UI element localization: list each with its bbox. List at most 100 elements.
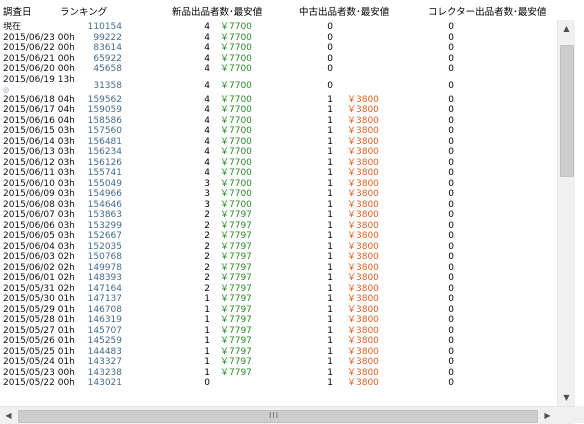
table-row: 2015/06/03 02h 150768 2 ￥7797 1 ￥3800 0 (0, 252, 556, 262)
new-count-cell: 4 (204, 126, 210, 136)
rank-cell: 65922 (93, 53, 122, 64)
table-row: 2015/06/01 02h 148393 2 ￥7797 1 ￥3800 0 (0, 273, 556, 283)
scroll-right-icon[interactable]: ▶ (539, 407, 556, 424)
new-price-cell: ￥7700 (220, 136, 252, 147)
date-cell: 2015/06/13 03h (3, 147, 75, 157)
collector-count-cell: 0 (448, 367, 454, 378)
new-count-cell: 1 (204, 304, 210, 315)
used-count-cell: 0 (327, 32, 333, 43)
collector-count-cell: 0 (448, 336, 454, 346)
used-price-cell: ￥3800 (347, 178, 379, 189)
new-count-cell: 4 (204, 64, 210, 74)
rank-cell: 146319 (87, 315, 122, 325)
date-cell: 2015/05/31 02h (3, 283, 75, 294)
collector-count-cell: 0 (448, 262, 454, 273)
used-count-cell: 0 (327, 80, 333, 91)
date-cell: 2015/06/15 03h (3, 126, 75, 136)
date-cell: 2015/05/30 01h (3, 294, 75, 304)
new-count-cell: 4 (204, 43, 210, 53)
horizontal-scrollbar[interactable]: ◀ III ▶ (0, 406, 574, 424)
collector-count-cell: 0 (448, 147, 454, 157)
date-cell: 2015/06/22 00h (3, 43, 75, 53)
new-price-cell: ￥7797 (220, 210, 252, 220)
table-row: 2015/06/21 00h 65922 4 ￥7700 0 0 (0, 54, 556, 64)
table-row: 2015/05/26 01h 145259 1 ￥7797 1 ￥3800 0 (0, 336, 556, 346)
rank-cell: 110154 (87, 22, 122, 32)
scroll-down-icon[interactable]: ▼ (558, 389, 575, 406)
collector-count-cell: 0 (448, 43, 454, 53)
rank-cell: 158586 (87, 115, 122, 126)
used-count-cell: 1 (327, 273, 333, 283)
table-row: 2015/06/15 03h 157560 4 ￥7700 1 ￥3800 0 (0, 126, 556, 136)
used-price-cell: ￥3800 (347, 210, 379, 220)
date-cell: 2015/06/16 04h (3, 115, 75, 126)
new-price-cell: ￥7797 (220, 241, 252, 252)
table-row: 2015/06/11 03h 155741 4 ￥7700 1 ￥3800 0 (0, 168, 556, 178)
rank-cell: 156481 (87, 136, 122, 147)
new-price-cell: ￥7700 (220, 64, 252, 74)
table-row: 2015/06/05 03h 152667 2 ￥7797 1 ￥3800 0 (0, 231, 556, 241)
table-row: 2015/05/22 00h 143021 0 1 ￥3800 0 (0, 378, 556, 388)
table-row: 2015/06/16 04h 158586 4 ￥7700 1 ￥3800 0 (0, 116, 556, 126)
marker-icon[interactable]: ◎ (3, 85, 9, 95)
date-cell: 2015/05/23 00h (3, 367, 75, 378)
used-price-cell: ￥3800 (347, 199, 379, 210)
collector-count-cell: 0 (448, 273, 454, 283)
new-count-cell: 4 (204, 168, 210, 178)
collector-count-cell: 0 (448, 241, 454, 252)
scrollbar-corner (574, 406, 584, 423)
table-row: 2015/05/30 01h 147137 1 ￥7797 1 ￥3800 0 (0, 294, 556, 304)
vertical-scrollbar[interactable]: ▲ ▼ (557, 20, 575, 406)
table-row: 2015/05/29 01h 146708 1 ￥7797 1 ￥3800 0 (0, 305, 556, 315)
history-list: 現在 110154 4 ￥7700 0 0 2015/06/23 00h 99222 4 ￥770… (0, 22, 556, 405)
date-cell: 現在 (3, 22, 22, 32)
table-row: 2015/06/04 03h 152035 2 ￥7797 1 ￥3800 0 (0, 242, 556, 252)
new-price-cell: ￥7797 (220, 325, 252, 336)
used-price-cell: ￥3800 (347, 315, 379, 325)
rank-cell: 99222 (93, 32, 122, 43)
new-price-cell: ￥7700 (220, 32, 252, 43)
date-cell: 2015/05/25 01h (3, 346, 75, 357)
new-count-cell: 1 (204, 346, 210, 357)
new-price-cell: ￥7797 (220, 252, 252, 262)
used-price-cell: ￥3800 (347, 105, 379, 115)
used-count-cell: 1 (327, 94, 333, 105)
horizontal-scroll-thumb[interactable]: III (18, 410, 538, 423)
new-count-cell: 4 (204, 32, 210, 43)
used-count-cell: 1 (327, 252, 333, 262)
collector-count-cell: 0 (448, 220, 454, 231)
table-row: 2015/06/19 13h 31358 4 ￥7700 0 0 ◎ (0, 75, 556, 95)
used-price-cell: ￥3800 (347, 378, 379, 388)
collector-count-cell: 0 (448, 378, 454, 388)
rank-cell: 153299 (87, 220, 122, 231)
table-row: 2015/06/08 03h 154646 3 ￥7700 1 ￥3800 0 (0, 200, 556, 210)
table-row: 2015/06/10 03h 155049 3 ￥7700 1 ￥3800 0 (0, 179, 556, 189)
new-count-cell: 3 (204, 178, 210, 189)
used-price-cell: ￥3800 (347, 147, 379, 157)
date-cell: 2015/06/17 04h (3, 105, 75, 115)
used-price-cell: ￥3800 (347, 136, 379, 147)
new-price-cell: ￥7797 (220, 367, 252, 378)
used-count-cell: 1 (327, 199, 333, 210)
scroll-grip-icon: III (269, 411, 280, 420)
table-row: 2015/06/18 04h 159562 4 ￥7700 1 ￥3800 0 (0, 95, 556, 105)
date-cell: 2015/05/29 01h (3, 304, 75, 315)
rank-cell: 147164 (87, 283, 122, 294)
scroll-left-icon[interactable]: ◀ (0, 407, 17, 424)
vertical-scroll-thumb[interactable] (560, 45, 574, 177)
new-price-cell: ￥7797 (220, 357, 252, 367)
new-count-cell: 1 (204, 367, 210, 378)
new-price-cell: ￥7700 (220, 189, 252, 199)
date-cell: 2015/05/28 01h (3, 315, 75, 325)
scroll-up-icon[interactable]: ▲ (558, 20, 575, 37)
rank-cell: 156126 (87, 157, 122, 168)
used-count-cell: 1 (327, 325, 333, 336)
used-price-cell: ￥3800 (347, 126, 379, 136)
used-count-cell: 1 (327, 136, 333, 147)
used-price-cell: ￥3800 (347, 231, 379, 241)
date-cell: 2015/06/01 02h (3, 273, 75, 283)
new-count-cell: 1 (204, 336, 210, 346)
header-collector: コレクター出品者数･最安値 (428, 7, 547, 18)
new-count-cell: 2 (204, 273, 210, 283)
new-count-cell: 4 (204, 80, 210, 91)
